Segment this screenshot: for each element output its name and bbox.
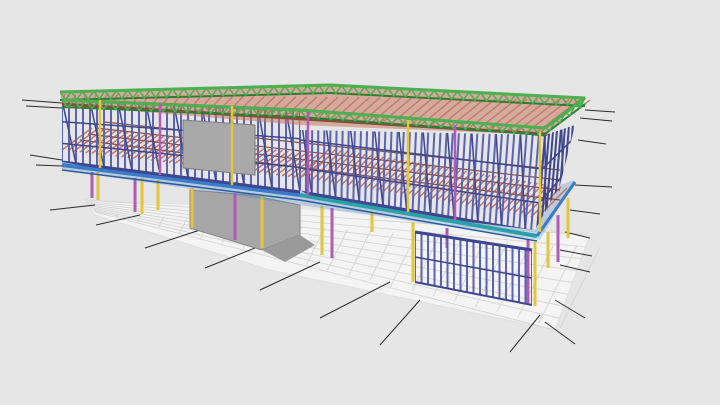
wall-stud — [316, 125, 320, 196]
wall-stud — [566, 125, 575, 191]
wall-stud — [322, 125, 326, 197]
gridline — [574, 184, 613, 188]
gridline — [577, 139, 607, 145]
wall-stud — [370, 125, 375, 205]
core-wall-upper — [182, 119, 256, 176]
wall-stud — [346, 125, 350, 201]
model-viewport[interactable] — [0, 0, 720, 405]
gridline — [35, 164, 63, 167]
gridline — [49, 204, 96, 211]
wall-stud — [358, 125, 363, 203]
wall-stud — [364, 125, 369, 204]
wall-brace — [544, 134, 547, 221]
wall-stud — [571, 125, 575, 186]
gridline — [21, 99, 63, 104]
wall-stud — [381, 125, 387, 207]
steel-frame-building — [21, 83, 616, 353]
gridline — [29, 154, 63, 161]
gridline — [544, 321, 576, 345]
wall-stud — [334, 125, 338, 199]
gridline — [584, 109, 616, 113]
gridline — [569, 209, 601, 215]
gridline — [25, 105, 63, 109]
wall-brace — [397, 125, 408, 211]
gridline — [379, 299, 421, 346]
wall-stud — [340, 125, 344, 200]
gridline — [579, 117, 613, 122]
wall-brace — [421, 125, 432, 215]
